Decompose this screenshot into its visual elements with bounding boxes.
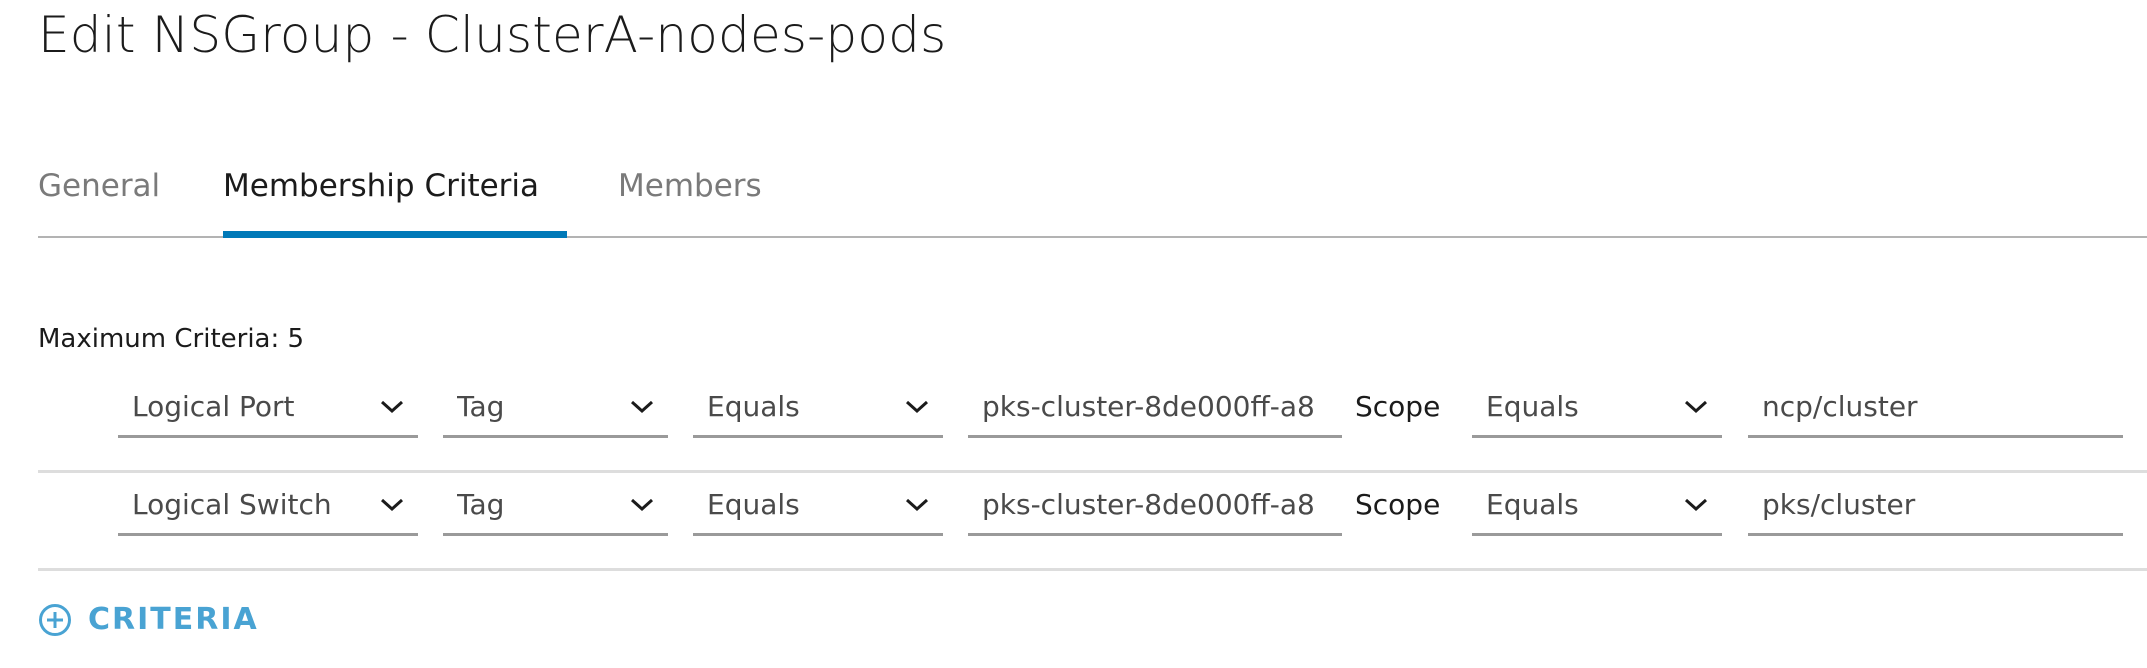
attribute-select[interactable]: Tag xyxy=(443,372,668,438)
scope-operator-value: Equals xyxy=(1486,390,1579,423)
active-tab-indicator xyxy=(223,231,567,238)
scope-operator-select[interactable]: Equals xyxy=(1472,470,1722,536)
scope-value-input[interactable]: pks/cluster xyxy=(1748,470,2123,536)
tag-value-input[interactable]: pks-cluster-8de000ff-a8 xyxy=(968,372,1342,438)
operator-select[interactable]: Equals xyxy=(693,372,943,438)
chevron-down-icon xyxy=(380,498,404,512)
chevron-down-icon xyxy=(1684,498,1708,512)
chevron-down-icon xyxy=(630,400,654,414)
chevron-down-icon xyxy=(630,498,654,512)
attribute-value: Tag xyxy=(457,488,505,521)
chevron-down-icon xyxy=(380,400,404,414)
maximum-criteria-label: Maximum Criteria: 5 xyxy=(38,324,305,354)
add-criteria-label: CRITERIA xyxy=(88,602,259,637)
criteria-row: Logical Port Tag Equals pks-cluster-8de0… xyxy=(38,372,2147,473)
object-type-select[interactable]: Logical Switch xyxy=(118,470,418,536)
scope-label: Scope xyxy=(1355,390,1441,423)
object-type-select[interactable]: Logical Port xyxy=(118,372,418,438)
chevron-down-icon xyxy=(905,400,929,414)
chevron-down-icon xyxy=(905,498,929,512)
chevron-down-icon xyxy=(1684,400,1708,414)
tag-value-text: pks-cluster-8de000ff-a8 xyxy=(982,488,1315,521)
scope-operator-value: Equals xyxy=(1486,488,1579,521)
operator-select[interactable]: Equals xyxy=(693,470,943,536)
scope-label: Scope xyxy=(1355,488,1441,521)
criteria-row: Logical Switch Tag Equals pks-cluster-8d… xyxy=(38,470,2147,571)
tab-general[interactable]: General xyxy=(38,168,160,204)
add-criteria-button[interactable]: CRITERIA xyxy=(38,602,259,637)
tab-membership-criteria[interactable]: Membership Criteria xyxy=(223,168,539,204)
attribute-select[interactable]: Tag xyxy=(443,470,668,536)
tag-value-text: pks-cluster-8de000ff-a8 xyxy=(982,390,1315,423)
scope-value-text: ncp/cluster xyxy=(1762,390,1918,423)
attribute-value: Tag xyxy=(457,390,505,423)
plus-circle-icon xyxy=(39,603,71,636)
object-type-value: Logical Port xyxy=(132,390,295,423)
operator-value: Equals xyxy=(707,390,800,423)
tag-value-input[interactable]: pks-cluster-8de000ff-a8 xyxy=(968,470,1342,536)
scope-value-text: pks/cluster xyxy=(1762,488,1916,521)
tab-bar: General Membership Criteria Members xyxy=(38,168,2147,238)
operator-value: Equals xyxy=(707,488,800,521)
object-type-value: Logical Switch xyxy=(132,488,332,521)
scope-operator-select[interactable]: Equals xyxy=(1472,372,1722,438)
tab-members[interactable]: Members xyxy=(618,168,762,204)
scope-value-input[interactable]: ncp/cluster xyxy=(1748,372,2123,438)
page-title: Edit NSGroup - ClusterA-nodes-pods xyxy=(38,6,947,64)
